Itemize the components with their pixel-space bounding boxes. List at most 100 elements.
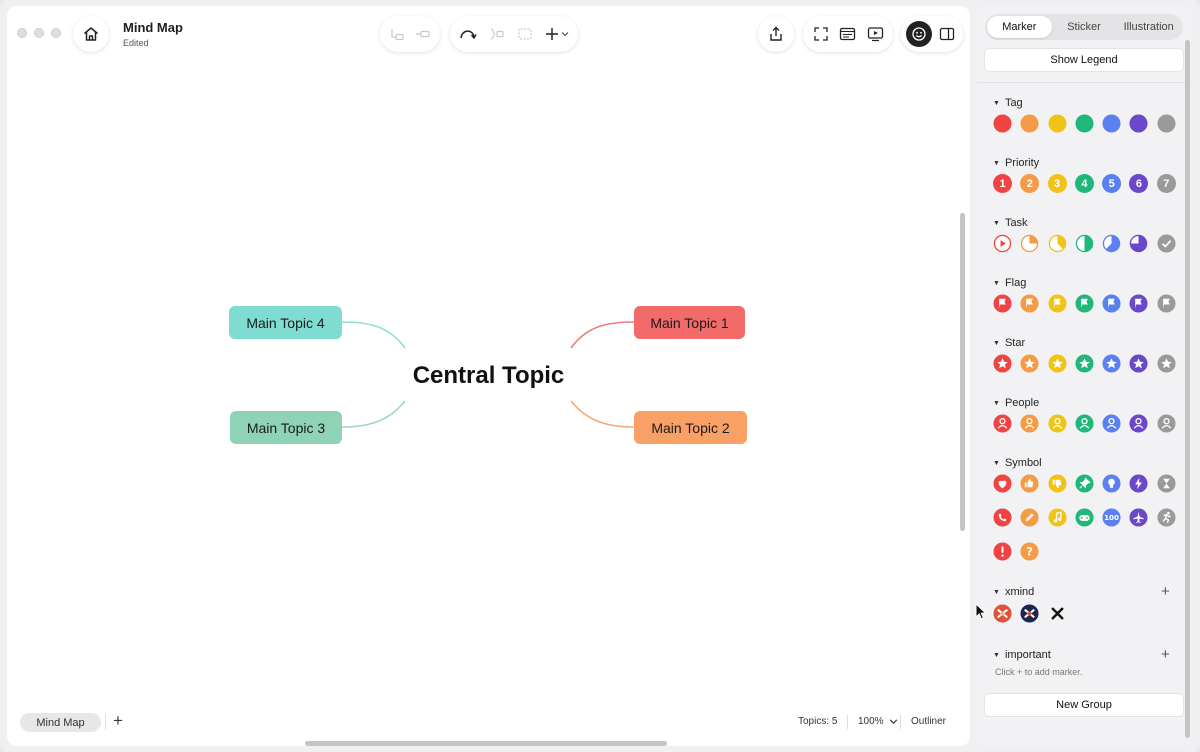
hourglass-icon[interactable] xyxy=(1157,474,1176,493)
marker-row: ? xyxy=(993,542,1048,561)
main-topic-4[interactable]: Main Topic 4 xyxy=(229,306,342,339)
marker-group-header[interactable]: ▼ Task xyxy=(993,217,1028,229)
pin-icon[interactable] xyxy=(1075,474,1094,493)
person-icon[interactable] xyxy=(1102,414,1121,433)
tab-divider xyxy=(105,714,106,730)
marker-group-header[interactable]: ▼ xmind xyxy=(993,586,1034,598)
exclamation-icon[interactable] xyxy=(993,542,1012,561)
flag-icon[interactable] xyxy=(1157,294,1176,313)
star-icon[interactable] xyxy=(993,354,1012,373)
star-icon[interactable] xyxy=(1048,354,1067,373)
outliner-button[interactable]: Outliner xyxy=(911,716,946,727)
add-marker-button[interactable]: + xyxy=(1161,583,1170,600)
thumbs-up-icon[interactable] xyxy=(1020,474,1039,493)
task-quarter-icon[interactable] xyxy=(1020,234,1039,253)
main-topic-2[interactable]: Main Topic 2 xyxy=(634,411,747,444)
flag-icon[interactable] xyxy=(1102,294,1121,313)
zoom-control[interactable]: 100% xyxy=(858,716,898,727)
game-controller-icon[interactable] xyxy=(1075,508,1094,527)
mind-map-canvas[interactable]: Mind Map Edited Central Topic Main Topic… xyxy=(7,6,970,746)
star-icon[interactable] xyxy=(1157,354,1176,373)
person-icon[interactable] xyxy=(1129,414,1149,433)
flag-icon[interactable] xyxy=(993,294,1012,313)
marker-group-header[interactable]: ▼ Flag xyxy=(993,277,1026,289)
dot-icon[interactable] xyxy=(1020,114,1039,133)
marker-group-header[interactable]: ▼ Priority xyxy=(993,157,1039,169)
important-hint: Click + to add marker. xyxy=(995,667,1083,677)
marker-group-header[interactable]: ▼ People xyxy=(993,397,1039,409)
priority-1-icon[interactable]: 1 xyxy=(993,174,1012,193)
priority-5-icon[interactable]: 5 xyxy=(1102,174,1122,193)
dot-icon[interactable] xyxy=(1129,114,1149,133)
flag-icon[interactable] xyxy=(1020,294,1039,313)
task-third-icon[interactable] xyxy=(1048,234,1067,253)
canvas-horizontal-scrollbar[interactable] xyxy=(305,741,667,746)
dot-icon[interactable] xyxy=(1075,114,1094,133)
task-three-quarters-icon[interactable] xyxy=(1129,234,1148,253)
heart-icon[interactable] xyxy=(993,474,1012,493)
flag-icon[interactable] xyxy=(1048,294,1067,313)
task-half-icon[interactable] xyxy=(1075,234,1094,253)
priority-3-icon[interactable]: 3 xyxy=(1047,174,1067,193)
flag-icon[interactable] xyxy=(1129,294,1149,313)
marker-group-header[interactable]: ▼ Symbol xyxy=(993,457,1042,469)
person-icon[interactable] xyxy=(1020,414,1039,433)
lightning-icon[interactable] xyxy=(1129,474,1149,493)
panel-tabs: Marker Sticker Illustration xyxy=(985,14,1183,40)
marker-group-header[interactable]: ▼ important xyxy=(993,649,1051,661)
marker-row xyxy=(993,114,1184,133)
central-topic[interactable]: Central Topic xyxy=(406,358,571,394)
task-done-icon[interactable] xyxy=(1157,234,1176,253)
priority-6-icon[interactable]: 6 xyxy=(1129,174,1149,193)
person-icon[interactable] xyxy=(1157,414,1176,433)
xmind-logo-black-icon[interactable] xyxy=(1048,604,1067,623)
marker-group-header[interactable]: ▼ Tag xyxy=(993,97,1023,109)
runner-icon[interactable] xyxy=(1157,508,1176,527)
priority-4-icon[interactable]: 4 xyxy=(1074,174,1094,193)
svg-text:?: ? xyxy=(1026,545,1033,559)
question-icon[interactable]: ? xyxy=(1020,542,1039,561)
main-topic-1[interactable]: Main Topic 1 xyxy=(634,306,745,339)
add-marker-button[interactable]: + xyxy=(1161,646,1170,663)
add-sheet-button[interactable]: + xyxy=(113,711,123,731)
mouse-cursor-icon xyxy=(975,603,987,620)
star-icon[interactable] xyxy=(1075,354,1094,373)
canvas-vertical-scrollbar[interactable] xyxy=(960,213,965,531)
tab-marker[interactable]: Marker xyxy=(987,16,1052,38)
dot-icon[interactable] xyxy=(1102,114,1121,133)
person-icon[interactable] xyxy=(1048,414,1067,433)
collapse-triangle-icon: ▼ xyxy=(993,279,1000,287)
sheet-tab[interactable]: Mind Map xyxy=(20,713,101,732)
collapse-triangle-icon: ▼ xyxy=(993,339,1000,347)
music-note-icon[interactable] xyxy=(1048,508,1067,527)
xmind-logo-dark-icon[interactable] xyxy=(1020,604,1039,623)
main-topic-3[interactable]: Main Topic 3 xyxy=(230,411,342,444)
show-legend-button[interactable]: Show Legend xyxy=(985,49,1183,71)
panel-scrollbar[interactable] xyxy=(1185,40,1190,738)
dot-icon[interactable] xyxy=(1048,114,1067,133)
hundred-icon[interactable]: 100 xyxy=(1102,508,1121,527)
star-icon[interactable] xyxy=(1102,354,1121,373)
person-icon[interactable] xyxy=(1075,414,1094,433)
flag-icon[interactable] xyxy=(1075,294,1094,313)
task-two-thirds-icon[interactable] xyxy=(1102,234,1121,253)
star-icon[interactable] xyxy=(1129,354,1149,373)
tab-sticker[interactable]: Sticker xyxy=(1052,16,1117,38)
star-icon[interactable] xyxy=(1020,354,1039,373)
phone-icon[interactable] xyxy=(993,508,1012,527)
priority-7-icon[interactable]: 7 xyxy=(1156,174,1176,193)
tab-illustration[interactable]: Illustration xyxy=(1116,16,1181,38)
pencil-icon[interactable] xyxy=(1020,508,1039,527)
dot-icon[interactable] xyxy=(1157,114,1176,133)
task-start-icon[interactable] xyxy=(993,234,1012,253)
dot-icon[interactable] xyxy=(993,114,1012,133)
lightbulb-icon[interactable] xyxy=(1102,474,1121,493)
priority-2-icon[interactable]: 2 xyxy=(1020,174,1040,193)
new-group-button[interactable]: New Group xyxy=(985,694,1183,716)
marker-group-header[interactable]: ▼ Star xyxy=(993,337,1025,349)
xmind-logo-red-icon[interactable] xyxy=(993,604,1012,623)
person-icon[interactable] xyxy=(993,414,1012,433)
airplane-icon[interactable] xyxy=(1129,508,1149,527)
zoom-level: 100% xyxy=(858,716,884,727)
thumbs-down-icon[interactable] xyxy=(1048,474,1067,493)
